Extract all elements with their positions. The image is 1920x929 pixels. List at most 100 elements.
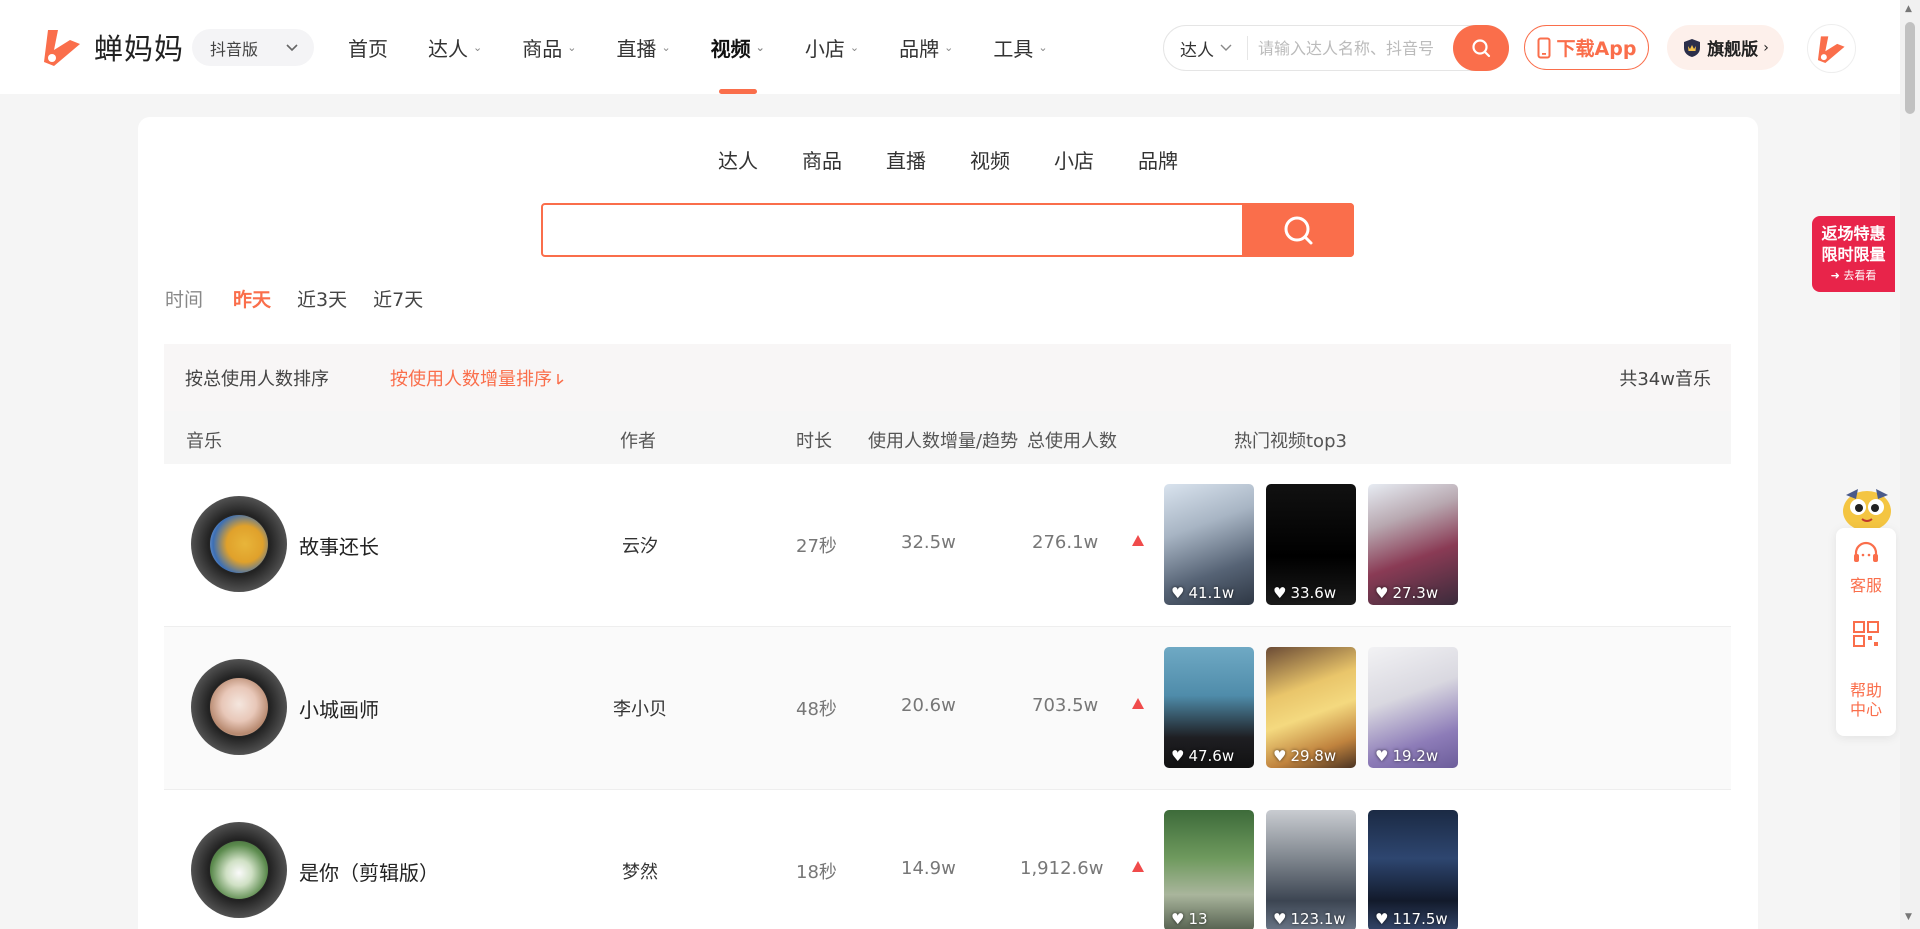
header-search-input[interactable] (1248, 38, 1458, 58)
mascot-icon[interactable] (1838, 481, 1896, 533)
brand-logo[interactable]: 蝉妈妈 (40, 24, 184, 70)
video-thumbnail[interactable]: ♥ 41.1w (1164, 484, 1254, 605)
video-likes: ♥ 117.5w (1375, 910, 1448, 928)
nav-item-brand[interactable]: 品牌 ⌄ (899, 0, 953, 94)
nav-item-product[interactable]: 商品 ⌄ (522, 0, 576, 94)
nav-label: 直播 (616, 36, 657, 61)
heart-icon: ♥ (1273, 910, 1287, 928)
tab-product[interactable]: 商品 (802, 145, 842, 174)
tab-influencer[interactable]: 达人 (718, 145, 758, 174)
music-cover[interactable] (191, 822, 287, 918)
video-thumbnail[interactable]: ♥ 33.6w (1266, 484, 1356, 605)
video-thumbnail[interactable]: ♥ 13 (1164, 810, 1254, 929)
customer-service-button[interactable]: 客服 (1836, 540, 1896, 596)
scroll-down-arrow-icon[interactable]: ▼ (1905, 912, 1912, 922)
music-duration: 27秒 (796, 536, 837, 557)
nav-label: 视频 (710, 36, 751, 61)
cover-art (210, 515, 268, 573)
chevron-down-icon (286, 43, 298, 51)
table-header: 音乐 作者 时长 使用人数增量/趋势 总使用人数 热门视频top3 (164, 411, 1731, 464)
video-likes: ♥ 29.8w (1273, 747, 1336, 765)
music-title[interactable]: 小城画师 (299, 694, 379, 723)
nav-item-shop[interactable]: 小店 ⌄ (805, 0, 859, 94)
col-increase[interactable]: 使用人数增量/趋势 (868, 427, 1018, 453)
flagship-button[interactable]: 旗舰版 › (1667, 25, 1784, 70)
arrow-right-circle-icon: ➜ (1830, 269, 1840, 282)
cover-art (210, 841, 268, 899)
table-row[interactable]: 是你（剪辑版） 梦然 18秒 14.9w 1,912.6w ♥ 13 ♥ 123.1… (164, 790, 1731, 929)
brand-logo-icon (44, 30, 80, 66)
chevron-down-icon: ⌄ (661, 40, 671, 54)
help-center-button[interactable]: 帮助 中心 (1836, 681, 1896, 719)
col-total[interactable]: 总使用人数 (1027, 427, 1117, 453)
search-icon (1284, 216, 1313, 245)
chevron-down-icon: ⌄ (944, 40, 954, 54)
nav-item-tools[interactable]: 工具 ⌄ (993, 0, 1047, 94)
time-option-yesterday[interactable]: 昨天 (233, 285, 271, 312)
music-title[interactable]: 故事还长 (299, 531, 379, 560)
music-total: 276.1w (1032, 532, 1099, 553)
heart-icon: ♥ (1171, 747, 1185, 765)
music-cover[interactable] (191, 659, 287, 755)
nav-item-influencer[interactable]: 达人 ⌄ (428, 0, 482, 94)
table-row[interactable]: 小城画师 李小贝 48秒 20.6w 703.5w ♥ 47.6w ♥ 29.8w … (164, 627, 1731, 790)
table-row[interactable]: 故事还长 云汐 27秒 32.5w 276.1w ♥ 41.1w ♥ 33.6w ♥… (164, 464, 1731, 627)
heart-icon: ♥ (1375, 747, 1389, 765)
video-thumbnail[interactable]: ♥ 47.6w (1164, 647, 1254, 768)
chevron-down-icon: ⌄ (849, 40, 860, 54)
qr-code-button[interactable] (1836, 620, 1896, 652)
tab-brand[interactable]: 品牌 (1138, 145, 1178, 174)
main-search-input[interactable] (543, 205, 1242, 255)
nav-label: 首页 (348, 36, 388, 61)
chevron-right-icon: › (1763, 39, 1769, 56)
search-type-selector[interactable]: 达人 (1164, 36, 1248, 61)
nav-item-video[interactable]: 视频 ⌄ (711, 0, 765, 94)
user-avatar[interactable] (1807, 24, 1856, 73)
video-likes: ♥ 27.3w (1375, 584, 1438, 602)
download-app-label: 下载App (1556, 38, 1637, 60)
main-search-button[interactable] (1242, 203, 1354, 257)
tab-live[interactable]: 直播 (886, 145, 926, 174)
chevron-down-icon: ⌄ (567, 40, 577, 54)
likes-count: 13 (1188, 910, 1208, 928)
music-author[interactable]: 梦然 (622, 858, 658, 884)
video-thumbnail[interactable]: ♥ 123.1w (1266, 810, 1356, 929)
promo-banner[interactable]: 返场特惠 限时限量 ➜ 去看看 (1812, 216, 1895, 292)
platform-label: 抖音版 (210, 39, 259, 59)
music-cover[interactable] (191, 496, 287, 592)
nav-item-home[interactable]: 首页 (348, 0, 388, 94)
platform-selector[interactable]: 抖音版 (192, 29, 314, 66)
download-app-button[interactable]: 下载App (1524, 25, 1649, 70)
chevron-down-icon: ⌄ (1038, 40, 1048, 54)
music-increase: 14.9w (901, 858, 956, 879)
sort-by-total-button[interactable]: 按总使用人数排序 (185, 365, 329, 391)
scrollbar-thumb[interactable] (1905, 22, 1915, 114)
scroll-up-arrow-icon[interactable]: ▲ (1905, 4, 1912, 14)
header-search-button[interactable] (1453, 25, 1509, 71)
music-author[interactable]: 云汐 (622, 532, 658, 558)
tab-video[interactable]: 视频 (970, 145, 1010, 174)
nav-label: 小店 (804, 36, 845, 61)
tab-shop[interactable]: 小店 (1054, 145, 1094, 174)
music-total: 703.5w (1032, 695, 1099, 716)
music-title[interactable]: 是你（剪辑版） (299, 857, 439, 886)
video-thumbnail[interactable]: ♥ 117.5w (1368, 810, 1458, 929)
time-option-7days[interactable]: 近7天 (373, 285, 423, 312)
brand-name: 蝉妈妈 (94, 32, 185, 66)
page-scrollbar[interactable]: ▲ ▼ (1900, 0, 1920, 929)
sort-by-increase-button[interactable]: 按使用人数增量排序 (390, 365, 565, 391)
music-author[interactable]: 李小贝 (613, 695, 667, 721)
time-option-3days[interactable]: 近3天 (297, 285, 347, 312)
nav-item-live[interactable]: 直播 ⌄ (616, 0, 670, 94)
crown-shield-icon (1684, 38, 1701, 57)
video-thumbnail[interactable]: ♥ 29.8w (1266, 647, 1356, 768)
heart-icon: ♥ (1171, 584, 1185, 602)
video-thumbnail[interactable]: ♥ 19.2w (1368, 647, 1458, 768)
video-likes: ♥ 47.6w (1171, 747, 1234, 765)
video-thumbnail[interactable]: ♥ 27.3w (1368, 484, 1458, 605)
likes-count: 27.3w (1392, 584, 1439, 602)
promo-line1: 返场特惠 (1821, 224, 1886, 243)
main-search (541, 203, 1354, 257)
trend-up-icon (1132, 698, 1144, 709)
nav-label: 品牌 (899, 36, 940, 61)
